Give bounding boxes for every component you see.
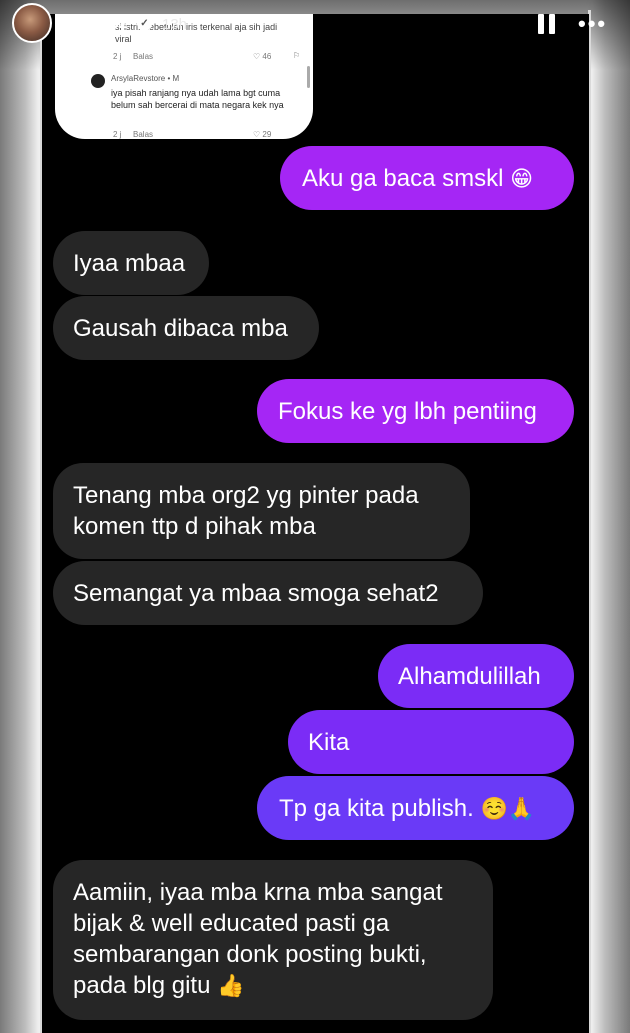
comment-age-2: 2 j [113,130,122,139]
message-text-line: Aamiin, iyaa mba krna mba sangat [73,879,443,906]
message-received: Semangat ya mbaa smoga sehat2 [53,561,483,625]
story-time: 13h [162,16,188,33]
dislike-icon[interactable]: ⚐ [293,51,300,60]
message-text-line: bijak & well educated pasti ga [73,910,390,937]
message-text: Alhamdulillah [398,663,541,690]
message-sent: Fokus ke yg lbh pentiing [257,379,574,443]
comment-like-count-2[interactable]: ♡ 29 [253,130,271,139]
smile-pray-emoji-icon: ☺️🙏 [480,797,536,822]
message-received: Tenang mba org2 yg pinter pada komen ttp… [53,463,470,559]
message-received: Gausah dibaca mba [53,296,319,360]
message-text-line: komen ttp d pihak mba [73,513,316,540]
message-sent: Tp ga kita publish. ☺️🙏 [257,776,574,840]
comment-reply-link-2[interactable]: Balas [133,130,153,139]
message-received: Aamiin, iyaa mba krna mba sangat bijak &… [53,860,493,1020]
story-header: ninik102 ✓ 13h ••• [0,0,630,52]
heart-icon: ♡ [253,130,261,139]
message-text: Tp ga kita publish. [279,795,474,822]
commenter-badge: M [172,74,180,83]
comment-text: iya pisah ranjang nya udah lama bgt cuma… [111,88,284,110]
message-sent: Kita [288,710,574,774]
message-text-line: sembarangan donk posting bukti, [73,941,427,968]
thumbs-up-emoji-icon: 👍 [217,974,245,999]
pause-icon[interactable] [538,14,556,34]
comment-scrollbar [307,66,310,88]
heart-icon: ♡ [253,52,261,61]
avatar[interactable] [12,3,52,43]
commenter-name: ArsylaRevstore • M [111,74,180,83]
message-text-line: Tenang mba org2 yg pinter pada [73,482,419,509]
grin-emoji-icon: 😁 [510,167,534,192]
comment-reply-link[interactable]: Balas [133,52,153,61]
message-text: Fokus ke yg lbh pentiing [278,398,537,425]
message-received: Iyaa mbaa [53,231,209,295]
like-count-text: 46 [262,52,272,61]
message-sent: Alhamdulillah [378,644,574,708]
message-sent: Aku ga baca smskl 😁 [280,146,574,210]
message-text: Kita [308,729,350,756]
like-count-text-2: 29 [262,130,272,139]
story-username[interactable]: ninik102 [64,15,128,33]
comment-like-count[interactable]: ♡ 46 [253,52,271,61]
chat-screenshot: si istri. Kebetulan iris terkenal aja si… [42,14,589,1033]
message-text-line: pada blg gitu [73,972,211,999]
commenter-username: ArsylaRevstore [111,74,166,83]
verified-badge-icon: ✓ [137,16,152,31]
message-text: Semangat ya mbaa smoga sehat2 [73,580,439,607]
message-text: Aku ga baca smskl [302,165,504,192]
message-text: Gausah dibaca mba [73,315,288,342]
more-icon[interactable]: ••• [578,13,607,35]
message-text: Iyaa mbaa [73,250,186,277]
commenter-avatar [91,74,105,88]
comment-age: 2 j [113,52,122,61]
